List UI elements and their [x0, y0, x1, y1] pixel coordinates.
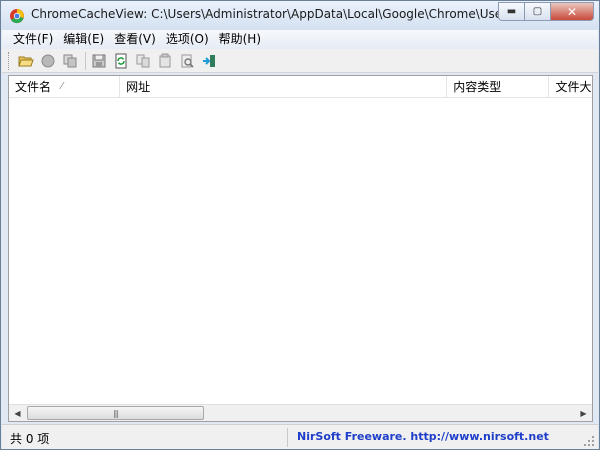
copy-icon — [136, 54, 150, 67]
grip-icon: ||| — [112, 408, 119, 418]
properties-button[interactable] — [155, 51, 175, 71]
stop-button[interactable] — [38, 51, 58, 71]
menu-file[interactable]: 文件(F) — [8, 31, 58, 48]
copy-files-button[interactable] — [60, 51, 80, 71]
column-header-url[interactable]: 网址 — [120, 76, 448, 98]
arrow-right-icon: ▶ — [580, 408, 587, 418]
column-header-filename[interactable]: 文件名 ⁄ — [9, 76, 121, 98]
resize-grip-icon[interactable] — [583, 435, 595, 447]
open-folder-icon — [18, 56, 34, 66]
menu-bar: 文件(F) 编辑(E) 查看(V) 选项(O) 帮助(H) — [2, 30, 598, 49]
close-button[interactable]: ✕ — [550, 2, 594, 21]
save-button[interactable] — [89, 51, 109, 71]
menu-help[interactable]: 帮助(H) — [214, 31, 266, 48]
menu-edit[interactable]: 编辑(E) — [58, 31, 109, 48]
item-count: 共 0 项 — [10, 432, 50, 446]
maximize-icon: ▢ — [532, 6, 543, 17]
close-icon: ✕ — [566, 4, 578, 19]
exit-button[interactable] — [199, 51, 219, 71]
refresh-button[interactable] — [111, 51, 131, 71]
scroll-right-button[interactable]: ▶ — [575, 405, 592, 421]
app-icon — [10, 9, 24, 24]
copy-button[interactable] — [133, 51, 153, 71]
minimize-icon: ▬ — [506, 6, 517, 17]
exit-icon — [203, 54, 215, 67]
toolbar-grip[interactable] — [8, 51, 11, 70]
maximize-button[interactable]: ▢ — [524, 2, 550, 21]
save-icon — [92, 54, 106, 67]
list-header: 文件名 ⁄ 网址 内容类型 文件大 — [9, 76, 592, 98]
status-separator — [287, 428, 288, 447]
refresh-icon — [115, 53, 127, 68]
column-label-content-type: 内容类型 — [453, 80, 502, 94]
title-bar[interactable]: ChromeCacheView: C:\Users\Administrator\… — [1, 1, 599, 30]
stop-icon — [41, 54, 55, 67]
toolbar-separator — [85, 51, 86, 70]
open-folder-button[interactable] — [16, 51, 36, 71]
minimize-button[interactable]: ▬ — [498, 2, 524, 21]
scroll-left-button[interactable]: ◀ — [9, 405, 26, 421]
menu-options[interactable]: 选项(O) — [161, 31, 214, 48]
find-icon — [181, 54, 194, 68]
find-button[interactable] — [177, 51, 197, 71]
horizontal-scrollbar[interactable]: ◀ ||| ▶ — [9, 404, 592, 421]
properties-icon — [159, 53, 171, 67]
copy-files-icon — [63, 54, 77, 67]
cache-list-view[interactable]: 文件名 ⁄ 网址 内容类型 文件大 ◀ ||| ▶ — [8, 75, 593, 422]
column-label-url: 网址 — [126, 80, 151, 94]
nirsoft-link[interactable]: NirSoft Freeware. http://www.nirsoft.net — [297, 430, 549, 443]
toolbar — [2, 49, 598, 73]
status-bar: 共 0 项 NirSoft Freeware. http://www.nirso… — [2, 424, 598, 449]
arrow-left-icon: ◀ — [14, 408, 21, 418]
menu-view[interactable]: 查看(V) — [109, 31, 161, 48]
column-header-file-size[interactable]: 文件大 — [549, 76, 592, 98]
scrollbar-thumb[interactable]: ||| — [27, 406, 204, 420]
column-label-file-size: 文件大 — [555, 80, 592, 94]
column-header-content-type[interactable]: 内容类型 — [447, 76, 550, 98]
sort-indicator-icon: ⁄ — [61, 81, 63, 92]
app-window: ChromeCacheView: C:\Users\Administrator\… — [0, 0, 600, 450]
column-label-filename: 文件名 — [15, 80, 52, 94]
window-title: ChromeCacheView: C:\Users\Administrator\… — [31, 7, 501, 21]
